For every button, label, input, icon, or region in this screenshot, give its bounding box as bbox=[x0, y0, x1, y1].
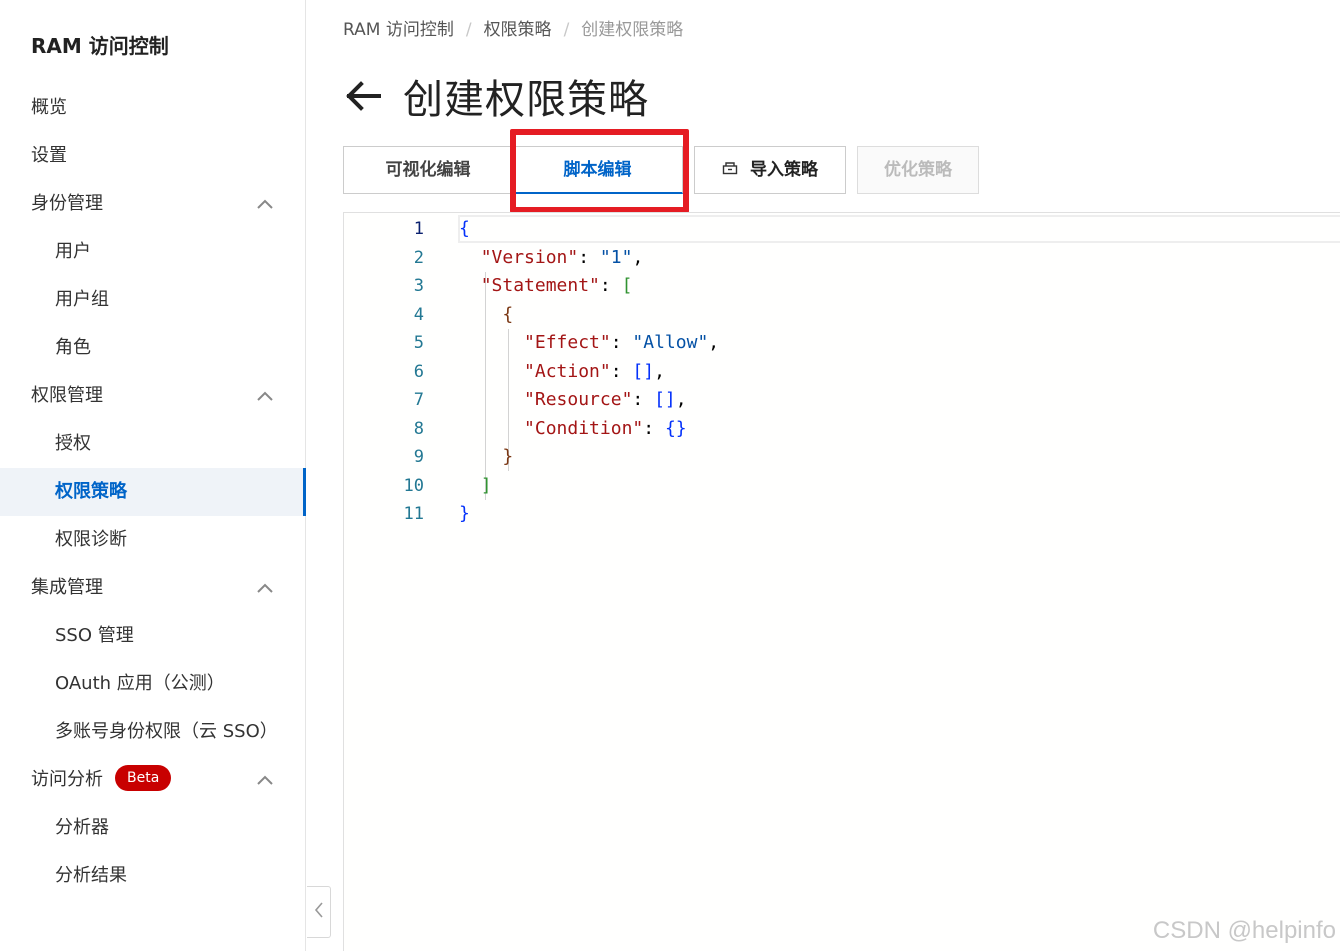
sidebar-item-cloud-sso[interactable]: 多账号身份权限（云 SSO） bbox=[0, 708, 306, 756]
line-number: 6 bbox=[413, 361, 424, 382]
line-number: 11 bbox=[403, 504, 424, 524]
sidebar-group-permissions[interactable]: 权限管理 bbox=[0, 372, 306, 420]
sidebar-item-policies[interactable]: 权限策略 bbox=[0, 468, 306, 516]
tab-visual-editor[interactable]: 可视化编辑 bbox=[343, 146, 513, 194]
json-key: "Resource" bbox=[524, 389, 633, 410]
code-line: ] bbox=[480, 474, 492, 496]
json-key: "Version" bbox=[480, 246, 579, 268]
chevron-left-icon bbox=[314, 901, 324, 923]
sidebar-title: RAM 访问控制 bbox=[31, 34, 169, 58]
sidebar-item-overview[interactable]: 概览 bbox=[0, 84, 306, 132]
sidebar-item-analyzers[interactable]: 分析器 bbox=[0, 804, 306, 852]
json-key: "Statement" bbox=[480, 275, 600, 296]
breadcrumb: RAM 访问控制 / 权限策略 / 创建权限策略 bbox=[343, 15, 683, 40]
sidebar-group-label: 身份管理 bbox=[31, 193, 103, 214]
line-number: 9 bbox=[413, 447, 424, 467]
code-line: } bbox=[502, 446, 514, 467]
sidebar: RAM 访问控制 概览 设置 身份管理 用户 用户组 角色 权限管理 授权 权限… bbox=[0, 0, 306, 951]
breadcrumb-item-current: 创建权限策略 bbox=[581, 20, 684, 40]
code-line: "Effect": "Allow", bbox=[524, 332, 720, 353]
sidebar-group-integration[interactable]: 集成管理 bbox=[0, 564, 306, 612]
code-line: { bbox=[502, 303, 514, 325]
line-number: 3 bbox=[413, 276, 424, 296]
editor-mode-tabs: 可视化编辑 脚本编辑 导入策略 优化策略 bbox=[343, 146, 979, 194]
code-line: "Resource": [], bbox=[524, 389, 687, 410]
line-number: 8 bbox=[413, 418, 424, 439]
sidebar-item-sso[interactable]: SSO 管理 bbox=[0, 612, 306, 660]
sidebar-item-grants[interactable]: 授权 bbox=[0, 420, 306, 468]
json-value: "Allow" bbox=[632, 332, 709, 353]
breadcrumb-separator: / bbox=[465, 20, 472, 40]
line-number: 2 bbox=[413, 247, 424, 268]
watermark: CSDN @helpinfo bbox=[1152, 917, 1336, 944]
sidebar-nav: 概览 设置 身份管理 用户 用户组 角色 权限管理 授权 权限策略 权限诊断 集… bbox=[0, 84, 306, 900]
breadcrumb-item-ram[interactable]: RAM 访问控制 bbox=[343, 20, 454, 40]
tab-script-editor[interactable]: 脚本编辑 bbox=[513, 146, 683, 194]
code-editor[interactable]: 1 2 3 4 5 6 7 8 9 10 11 { "Version": "1"… bbox=[343, 212, 1340, 951]
code-line: "Condition": {} bbox=[524, 417, 687, 439]
sidebar-group-label: 集成管理 bbox=[31, 577, 103, 598]
sidebar-group-analysis[interactable]: 访问分析 Beta bbox=[0, 756, 306, 804]
code-line: "Version": "1", bbox=[480, 246, 644, 268]
back-arrow-icon[interactable] bbox=[343, 76, 383, 116]
chevron-up-icon[interactable] bbox=[256, 388, 273, 404]
breadcrumb-separator: / bbox=[563, 20, 570, 40]
sidebar-group-label: 访问分析 bbox=[31, 769, 103, 790]
beta-badge: Beta bbox=[115, 765, 172, 791]
json-key: "Condition" bbox=[524, 417, 644, 439]
import-icon bbox=[722, 147, 738, 193]
json-key: "Action" bbox=[524, 360, 611, 382]
line-number: 10 bbox=[403, 475, 424, 496]
code-line: "Action": [], bbox=[524, 360, 665, 382]
line-number: 7 bbox=[413, 390, 424, 410]
sidebar-item-users[interactable]: 用户 bbox=[0, 228, 306, 276]
sidebar-item-oauth[interactable]: OAuth 应用（公测） bbox=[0, 660, 306, 708]
code-line: { bbox=[459, 218, 470, 239]
line-number: 4 bbox=[413, 304, 424, 325]
optimize-policy-button[interactable]: 优化策略 bbox=[857, 146, 979, 194]
page-title: 创建权限策略 bbox=[403, 77, 649, 123]
chevron-up-icon[interactable] bbox=[256, 580, 273, 596]
sidebar-item-findings[interactable]: 分析结果 bbox=[0, 852, 306, 900]
line-number: 1 bbox=[413, 219, 424, 239]
code-line: "Statement": [ bbox=[480, 275, 633, 296]
sidebar-item-settings[interactable]: 设置 bbox=[0, 132, 306, 180]
page-header: 创建权限策略 bbox=[343, 66, 649, 126]
sidebar-item-diagnosis[interactable]: 权限诊断 bbox=[0, 516, 306, 564]
chevron-up-icon[interactable] bbox=[256, 196, 273, 212]
import-policy-button[interactable]: 导入策略 bbox=[694, 146, 846, 194]
line-number-gutter: 1 2 3 4 5 6 7 8 9 10 11 bbox=[344, 215, 424, 529]
breadcrumb-item-policies[interactable]: 权限策略 bbox=[484, 20, 552, 40]
sidebar-group-label: 权限管理 bbox=[31, 385, 103, 406]
json-key: "Effect" bbox=[524, 332, 611, 353]
sidebar-group-identity[interactable]: 身份管理 bbox=[0, 180, 306, 228]
chevron-up-icon[interactable] bbox=[256, 772, 273, 788]
line-number: 5 bbox=[413, 333, 424, 353]
code-content: { "Version": "1", "Statement": [ { "Effe… bbox=[459, 215, 719, 529]
json-value: "1" bbox=[599, 246, 633, 268]
code-line: } bbox=[459, 503, 470, 524]
import-policy-label: 导入策略 bbox=[750, 160, 818, 180]
sidebar-item-user-groups[interactable]: 用户组 bbox=[0, 276, 306, 324]
sidebar-collapse-button[interactable] bbox=[307, 886, 331, 938]
sidebar-item-roles[interactable]: 角色 bbox=[0, 324, 306, 372]
